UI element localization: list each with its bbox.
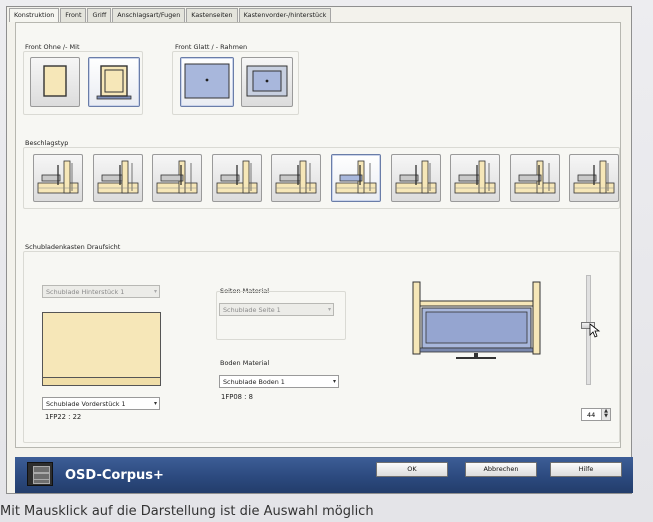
cabinet-icon bbox=[27, 462, 53, 486]
dialog-window: Konstruktion Front Griff Anschlagsart/Fu… bbox=[6, 6, 633, 494]
fitting-type-button[interactable] bbox=[450, 154, 501, 202]
front-ohne-icon bbox=[43, 65, 67, 97]
beschlagstyp-label: Beschlagstyp bbox=[25, 139, 69, 147]
front-mit-button[interactable] bbox=[88, 57, 140, 107]
schubladenkasten-label: Schubladenkasten Draufsicht bbox=[25, 243, 121, 251]
front-rahmen-icon bbox=[246, 65, 288, 97]
vorder-code: 1FP22 : 22 bbox=[45, 413, 82, 421]
front-rahmen-button[interactable] bbox=[241, 57, 293, 107]
front-glatt-rahmen-label: Front Glatt / - Rahmen bbox=[175, 43, 248, 51]
fitting-section-icon bbox=[454, 160, 496, 194]
tab-anschlagsart[interactable]: Anschlagsart/Fugen bbox=[112, 8, 186, 22]
fitting-type-button[interactable] bbox=[33, 154, 83, 202]
fitting-type-button[interactable] bbox=[569, 154, 620, 202]
height-spinner[interactable]: 44 ▲ ▼ bbox=[581, 408, 611, 421]
fitting-section-icon bbox=[37, 160, 79, 194]
fitting-section-icon bbox=[573, 160, 615, 194]
tab-kastenvorder[interactable]: Kastenvorder-/hinterstück bbox=[238, 8, 332, 22]
fitting-type-button[interactable] bbox=[390, 154, 441, 202]
fitting-type-button[interactable] bbox=[331, 154, 381, 202]
drawer-box-topview bbox=[42, 312, 161, 386]
fitting-type-button[interactable] bbox=[271, 154, 322, 202]
chevron-down-icon: ▾ bbox=[153, 288, 157, 295]
seite-select[interactable]: Schublade Seite 1 ▾ bbox=[219, 303, 334, 316]
fitting-type-button[interactable] bbox=[211, 154, 262, 202]
cabinet-section-drawing bbox=[412, 281, 541, 359]
chevron-down-icon: ▾ bbox=[327, 306, 331, 313]
front-ohne-mit-label: Front Ohne /- Mit bbox=[25, 43, 80, 51]
ok-button[interactable]: OK bbox=[376, 462, 448, 477]
app-footer: OSD-Corpus+ bbox=[15, 457, 633, 493]
front-glatt-button[interactable] bbox=[180, 57, 234, 107]
vorderstueck-select[interactable]: Schublade Vorderstück 1 ▾ bbox=[42, 397, 160, 410]
mouse-cursor-icon bbox=[589, 323, 601, 338]
drawer-front-strip bbox=[43, 377, 160, 385]
fitting-section-icon bbox=[395, 160, 436, 194]
fitting-section-icon bbox=[97, 160, 138, 194]
fitting-section-icon bbox=[514, 160, 556, 194]
app-title: OSD-Corpus+ bbox=[65, 468, 164, 483]
fitting-section-icon bbox=[156, 160, 198, 194]
fitting-type-button[interactable] bbox=[92, 154, 143, 202]
spinner-arrows[interactable]: ▲ ▼ bbox=[601, 409, 610, 420]
fitting-section-icon bbox=[216, 160, 258, 194]
help-button[interactable]: Hilfe bbox=[550, 462, 622, 477]
front-ohne-button[interactable] bbox=[30, 57, 80, 107]
chevron-down-icon: ▾ bbox=[332, 378, 336, 385]
seite-value: Schublade Seite 1 bbox=[223, 306, 281, 314]
boden-select[interactable]: Schublade Boden 1 ▾ bbox=[219, 375, 339, 388]
front-mit-icon bbox=[96, 65, 132, 100]
spinner-value: 44 bbox=[587, 411, 596, 419]
chevron-down-icon: ▾ bbox=[153, 400, 157, 407]
fitting-section-icon bbox=[275, 160, 317, 194]
boden-code: 1FP08 : 8 bbox=[221, 393, 253, 401]
boden-value: Schublade Boden 1 bbox=[223, 378, 285, 386]
konstruktion-panel: Front Ohne /- Mit Front Glatt / - Rahmen bbox=[15, 22, 621, 448]
fitting-section-icon bbox=[335, 160, 377, 194]
tab-konstruktion[interactable]: Konstruktion bbox=[9, 8, 60, 22]
hinterstueck-select[interactable]: Schublade Hinterstück 1 ▾ bbox=[42, 285, 160, 298]
vorderstueck-value: Schublade Vorderstück 1 bbox=[46, 400, 126, 408]
boden-material-label: Boden Material bbox=[220, 359, 270, 367]
tab-front[interactable]: Front bbox=[60, 8, 87, 22]
front-glatt-icon bbox=[184, 63, 230, 99]
fitting-type-button[interactable] bbox=[509, 154, 560, 202]
tab-bar: Konstruktion Front Griff Anschlagsart/Fu… bbox=[9, 8, 332, 22]
cancel-button[interactable]: Abbrechen bbox=[465, 462, 537, 477]
tab-griff[interactable]: Griff bbox=[87, 8, 112, 22]
background-caption: Mit Mausklick auf die Darstellung ist di… bbox=[0, 504, 374, 519]
tab-kastenseiten[interactable]: Kastenseiten bbox=[186, 8, 238, 22]
hinterstueck-value: Schublade Hinterstück 1 bbox=[46, 288, 125, 296]
fitting-type-button[interactable] bbox=[152, 154, 203, 202]
